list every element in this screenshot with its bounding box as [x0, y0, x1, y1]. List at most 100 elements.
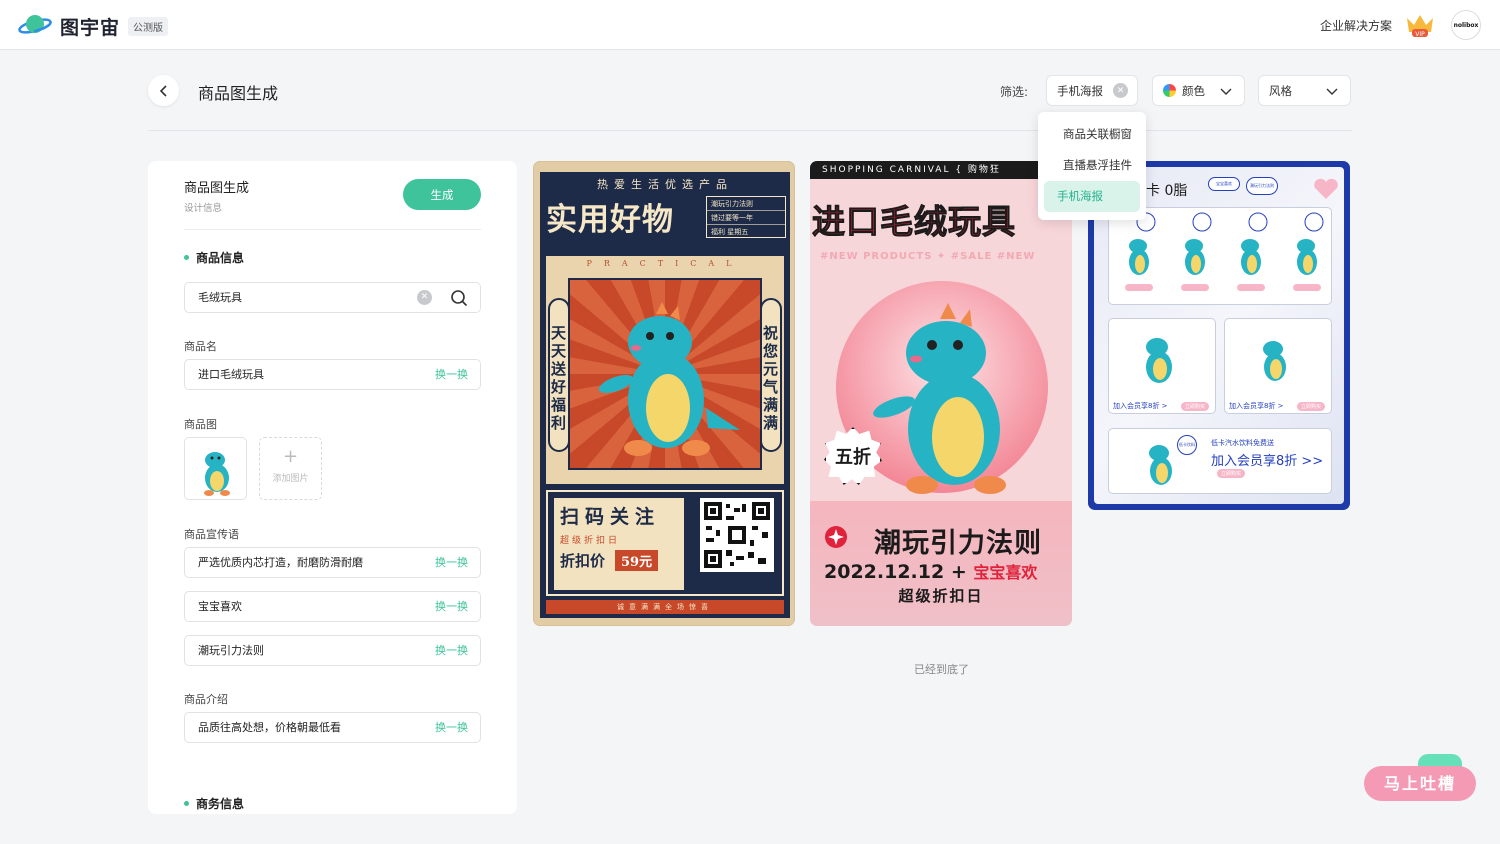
clear-filter-icon[interactable]: ✕ [1113, 83, 1128, 98]
planet-logo-icon[interactable] [18, 11, 52, 39]
beta-badge: 公测版 [128, 17, 168, 36]
back-button[interactable] [148, 75, 179, 106]
add-image-button[interactable]: + 添加图片 [259, 437, 322, 500]
discount-price: 折扣价 59元 [554, 546, 684, 575]
poster-type-dropdown: 商品关联橱窗 直播悬浮挂件 手机海报 [1038, 112, 1146, 220]
date-value: 2022.12.12 [824, 561, 945, 583]
add-image-label: 添加图片 [272, 474, 309, 484]
join-member-text: 加入会员享8折 > [1229, 402, 1284, 410]
vip-crown-icon[interactable]: VIP [1404, 12, 1436, 38]
poster-frame: 热爱生活优选产品 实用好物 潮玩引力法则 错过要等一年 福利 星期五 PRACT… [540, 172, 790, 618]
filter-color-select[interactable]: 颜色 [1152, 75, 1245, 106]
swap-slogan-button[interactable]: 换一换 [435, 592, 468, 621]
side-line: 潮玩引力法则 [707, 197, 785, 211]
plush-row-icon [1125, 212, 1324, 291]
left-vertical-text: 天天送好福利 [548, 298, 570, 452]
page-title: 商品图生成 [198, 84, 279, 103]
filter-style-value: 风格 [1269, 83, 1292, 98]
filter-type-select[interactable]: 手机海报 ✕ [1046, 75, 1138, 106]
side-line: 福利 星期五 [711, 228, 749, 236]
color-wheel-icon [1163, 84, 1176, 97]
sunburst-background [568, 278, 762, 470]
plush-dinosaur-icon [598, 302, 740, 456]
swap-intro-button[interactable]: 换一换 [435, 713, 468, 742]
filter-type-value: 手机海报 [1057, 83, 1103, 98]
poster-card-carnival[interactable]: SHOPPING CARNIVAL { 购物狂 进口毛绒玩具 #NEW PROD… [810, 161, 1072, 626]
poster-date: 2022.12.12 + 宝宝喜欢 [824, 559, 1037, 583]
product-card: 加入会员享8折 > 立即购买 [1108, 318, 1216, 414]
title-divider [148, 130, 1352, 131]
poster-tags: #NEW PRODUCTS ✦ #SALE #NEW [820, 251, 1036, 262]
sparkle-icon [825, 526, 847, 548]
poster-middle: 天天送好福利 祝您元气满满 [546, 272, 784, 484]
plush-dinosaur-icon [204, 452, 230, 496]
filter-style-select[interactable]: 风格 [1258, 75, 1351, 106]
top-header: 图宇宙 公测版 企业解决方案 VIP nolibox [0, 0, 1500, 50]
slogan-input-1[interactable]: 严选优质内芯打造，耐磨防滑耐磨 换一换 [184, 547, 481, 578]
poster-heading: 卡 0脂 [1146, 183, 1188, 199]
swap-slogan-button[interactable]: 换一换 [435, 636, 468, 665]
chevron-down-icon [1326, 88, 1338, 95]
dropdown-item-live-widget[interactable]: 直播悬浮挂件 [1044, 150, 1140, 181]
end-of-list-text: 已经到底了 [914, 663, 969, 676]
right-vertical-text: 祝您元气满满 [760, 298, 782, 452]
enterprise-solutions-link[interactable]: 企业解决方案 [1320, 17, 1392, 34]
plush-dinosaur-icon [873, 303, 1006, 494]
product-search-input[interactable]: 毛绒玩具 ✕ [184, 282, 481, 313]
intro-value: 品质往高处想，价格朝最低看 [198, 721, 341, 734]
poster-top-strip: 热爱生活优选产品 [597, 178, 733, 191]
slogan-value: 宝宝喜欢 [198, 600, 242, 613]
clear-search-icon[interactable]: ✕ [417, 290, 432, 305]
panel-subtitle: 设计信息 [184, 203, 223, 214]
scan-subtitle: 超级折扣日 [560, 536, 621, 546]
search-icon[interactable] [450, 289, 468, 307]
product-image-label: 商品图 [184, 418, 217, 431]
slogan-label: 商品宣传语 [184, 528, 239, 541]
poster-band: PRACTICAL GOODS [546, 256, 784, 284]
section-business-info: 商务信息 [184, 795, 244, 812]
intro-input[interactable]: 品质往高处想，价格朝最低看 换一换 [184, 712, 481, 743]
poster-card-retro[interactable]: 热爱生活优选产品 实用好物 潮玩引力法则 错过要等一年 福利 星期五 PRACT… [533, 161, 795, 626]
heart-icon [1314, 178, 1338, 199]
price-value: 59元 [615, 550, 659, 571]
dropdown-item-mobile-poster[interactable]: 手机海报 [1044, 181, 1140, 212]
buy-pill: 立即购买 [1181, 402, 1210, 411]
slogan-value: 严选优质内芯打造，耐磨防滑耐磨 [198, 556, 363, 569]
vip-label: VIP [1415, 31, 1425, 38]
logo-text[interactable]: 图宇宙 [60, 13, 120, 40]
swap-name-button[interactable]: 换一换 [435, 360, 468, 389]
promo-small-text: 低卡汽水饮料免费送 [1211, 439, 1274, 447]
low-cal-tag: 低卡饮料 [1177, 435, 1197, 455]
promo-card: 低卡饮料 低卡汽水饮料免费送 加入会员享8折 >> 立即购买 [1108, 428, 1332, 494]
poster-footer: 诚意满满全场惊喜 [546, 600, 784, 614]
product-image-thumbnail[interactable] [184, 437, 247, 500]
product-name-input[interactable]: 进口毛绒玩具 换一换 [184, 359, 481, 390]
feedback-button[interactable]: 马上吐槽 [1364, 766, 1476, 801]
side-line: 错过要等一年 [707, 211, 785, 225]
round-tag: 宝宝喜欢 [1208, 177, 1240, 191]
buy-pill: 立即购买 [1297, 402, 1326, 411]
intro-label: 商品介绍 [184, 693, 228, 706]
poster-top-strip: SHOPPING CARNIVAL { 购物狂 [810, 161, 1072, 179]
product-card: 加入会员享8折 > 立即购买 [1224, 318, 1332, 414]
panel-divider [184, 229, 481, 230]
plus-icon: + [282, 446, 299, 467]
promo-big-text: 加入会员享8折 >> [1211, 454, 1324, 469]
round-tag: 潮玩引力法则 [1246, 177, 1278, 195]
date-plus: + [950, 561, 967, 583]
slogan-input-2[interactable]: 宝宝喜欢 换一换 [184, 591, 481, 622]
user-avatar[interactable]: nolibox [1451, 10, 1481, 40]
swap-slogan-button[interactable]: 换一换 [435, 548, 468, 577]
dropdown-item-showcase[interactable]: 商品关联橱窗 [1044, 119, 1140, 150]
generate-button[interactable]: 生成 [403, 179, 481, 210]
poster-sale: 超级折扣日 [898, 587, 984, 605]
design-info-panel: 商品图生成 设计信息 生成 商品信息 毛绒玩具 ✕ 商品名 进口毛绒玩具 换一换… [148, 161, 517, 814]
product-row-card [1108, 207, 1332, 305]
qr-code-icon [700, 498, 774, 572]
slogan-input-3[interactable]: 潮玩引力法则 换一换 [184, 635, 481, 666]
product-name-value: 进口毛绒玩具 [198, 368, 264, 381]
poster-side-box: 潮玩引力法则 错过要等一年 福利 星期五 [706, 196, 786, 238]
scan-box: 扫码关注 超级折扣日 折扣价 59元 [554, 498, 684, 590]
plush-dinosaur-icon [1146, 338, 1172, 383]
section-product-info: 商品信息 [184, 249, 244, 266]
